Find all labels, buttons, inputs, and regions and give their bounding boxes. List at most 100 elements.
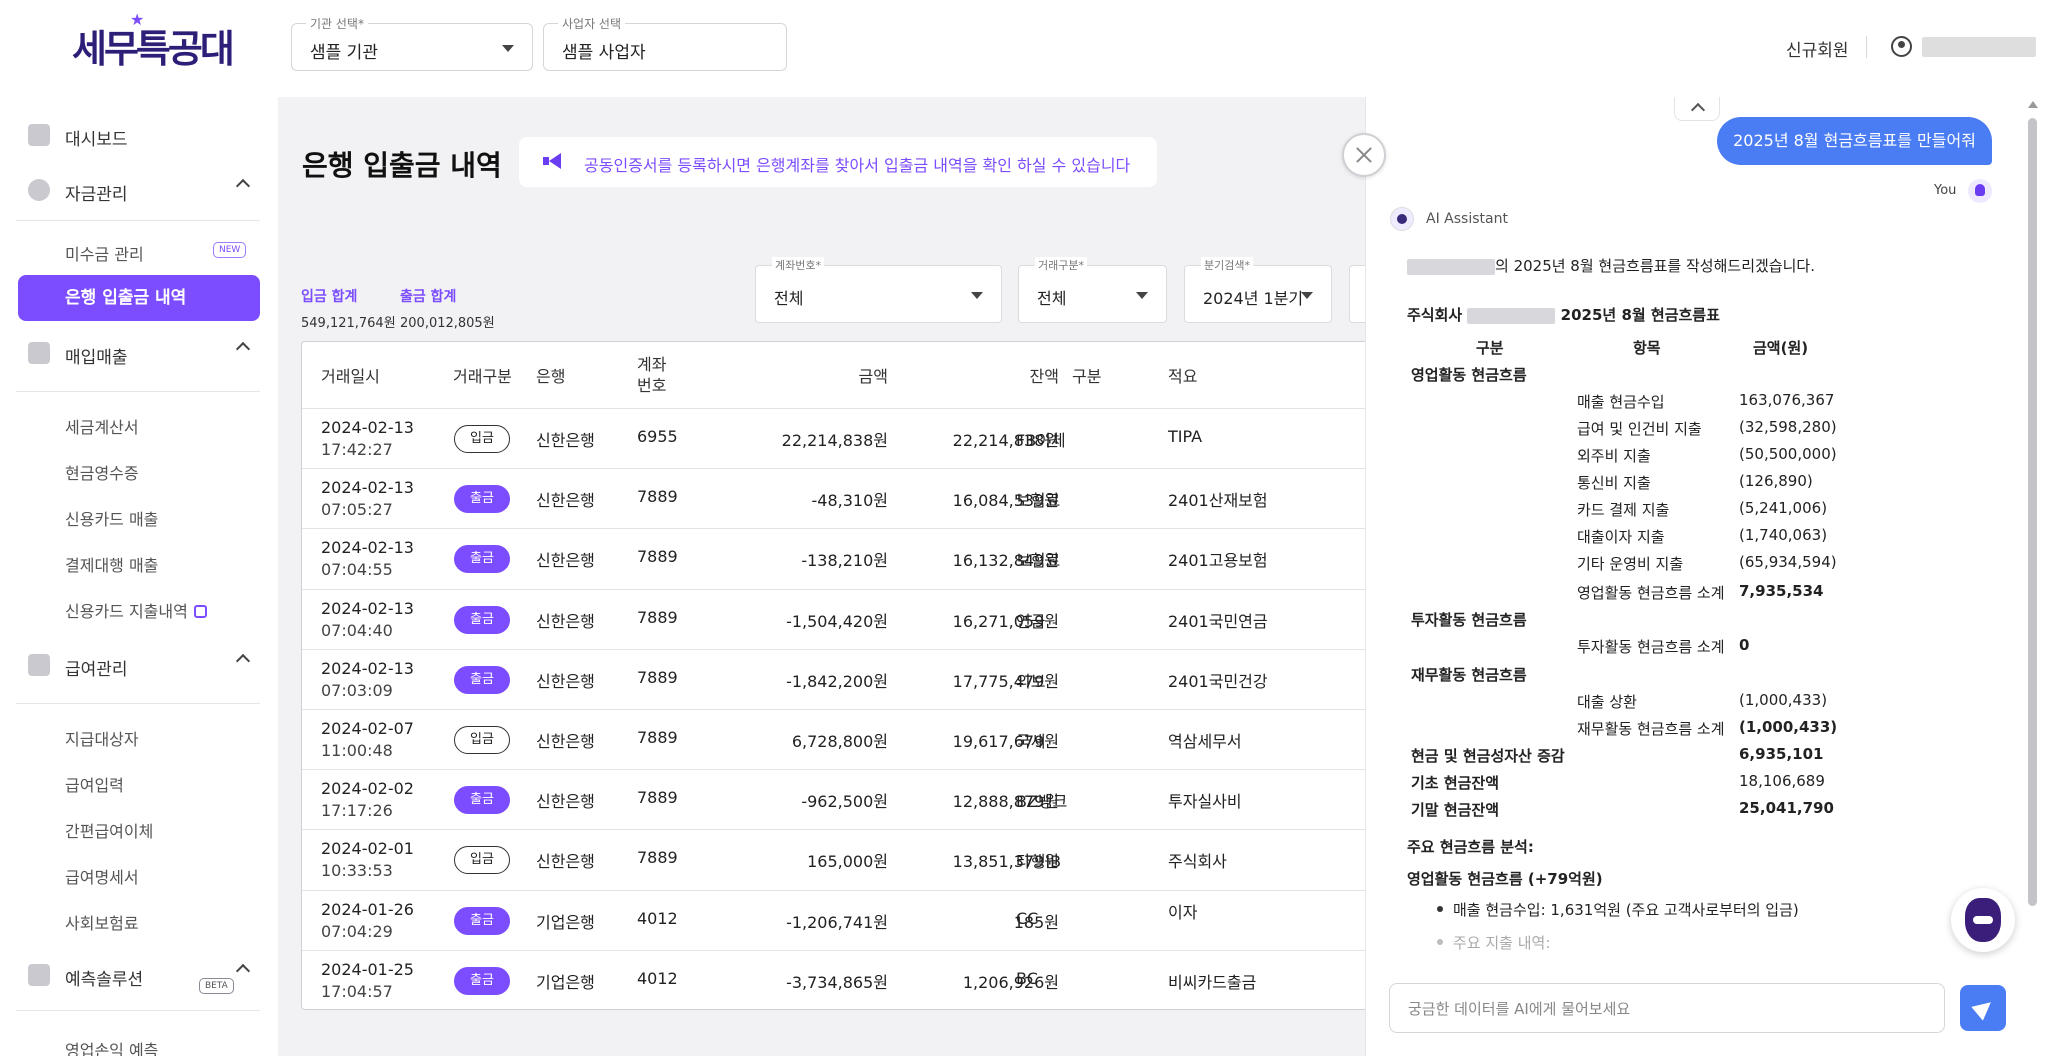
sidebar-label: 자금관리 — [65, 185, 128, 205]
table-row[interactable]: 2024-02-13 07:04:55 출금 신한은행 7889 -138,210원 16,… — [302, 528, 1365, 588]
table-row[interactable]: 2024-02-01 10:33:53 입금 신한은행 7889 165,000원 13,8… — [302, 829, 1365, 889]
sidebar-item-payslip[interactable]: 급여명세서 — [65, 864, 139, 888]
opening-balance-label: 기초 현금잔액 — [1411, 774, 1500, 792]
cell-datetime: 2024-02-13 07:03:09 — [321, 658, 414, 702]
cell-memo: 역삼세무서 — [1168, 732, 1242, 751]
sidebar-item-easy-transfer[interactable]: 간편급여이체 — [65, 818, 153, 842]
cell-datetime: 2024-01-25 17:04:57 — [321, 959, 414, 1003]
chat-input-box[interactable] — [1389, 983, 1945, 1033]
mascot-avatar[interactable] — [1951, 888, 2015, 952]
sidebar-label: 대시보드 — [65, 130, 128, 150]
type-filter[interactable]: 거래구분* 전체 — [1018, 257, 1167, 323]
sidebar-item-profit-forecast[interactable]: 영업손익 예측 — [65, 1037, 158, 1056]
cell-memo: TIPA — [1168, 427, 1203, 446]
operating-item-value: (126,890) — [1739, 472, 1813, 490]
table-row[interactable]: 2024-01-26 07:04:29 출금 기업은행 4012 -1,206,741원 1… — [302, 889, 1365, 950]
chevron-down-icon — [1301, 292, 1313, 299]
cell-time: 07:04:55 — [321, 560, 393, 580]
sidebar-item-card-expense[interactable]: 신용카드 지출내역 — [65, 598, 207, 622]
filter-value: 전체 — [1037, 289, 1067, 308]
table-row[interactable]: 2024-02-13 07:05:27 출금 신한은행 7889 -48,310원 16,0… — [302, 468, 1365, 528]
sidebar-group-sales[interactable]: 매입매출 — [0, 330, 278, 376]
cell-bank: 기업은행 — [536, 912, 595, 932]
chevron-down-icon — [1136, 292, 1148, 299]
close-icon[interactable] — [1342, 133, 1386, 177]
user-message: 2025년 8월 현금흐름표를 만들어줘 — [1717, 117, 1992, 165]
chevron-up-icon — [235, 178, 251, 194]
transactions-table: 거래일시 거래구분 은행 계좌 번호 금액 잔액 구분 적요 2024-02-1… — [301, 341, 1365, 1010]
operating-subtotal-label: 영업활동 현금흐름 소계 — [1577, 584, 1725, 602]
filter-cutoff — [1349, 265, 1365, 323]
sidebar-group-forecast[interactable]: 예측솔루션 — [0, 952, 278, 998]
table-row[interactable]: 2024-02-02 17:17:26 출금 신한은행 7889 -962,500원 12,… — [302, 769, 1365, 829]
cell-memo: 2401국민연금 — [1168, 611, 1268, 631]
user-label: You — [1934, 183, 1957, 198]
cell-date: 2024-02-01 — [321, 839, 414, 859]
cell-bank: 신한은행 — [536, 611, 595, 631]
table-row[interactable]: 2024-02-13 17:42:27 입금 신한은행 6955 22,214,838원 2… — [302, 408, 1365, 468]
sidebar-item-dashboard[interactable]: 대시보드 — [0, 112, 278, 158]
chart-icon — [28, 342, 50, 364]
table-row[interactable]: 2024-02-13 07:04:40 출금 신한은행 7889 -1,504,420원 1… — [302, 588, 1365, 649]
operating-item-name: 매출 현금수입 — [1577, 393, 1665, 411]
sidebar-item-payees[interactable]: 지급대상자 — [65, 726, 139, 750]
sidebar-item-receivables[interactable]: 미수금 관리 — [65, 241, 144, 265]
piggy-bank-icon — [28, 179, 50, 201]
sidebar-item-pg-sales[interactable]: 결제대행 매출 — [65, 552, 158, 576]
account-filter[interactable]: 계좌번호* 전체 — [755, 257, 1002, 323]
sidebar-item-bank-transactions[interactable]: 은행 입출금 내역 — [18, 275, 260, 321]
cell-date: 2024-02-13 — [321, 658, 414, 678]
app-logo[interactable]: 세무특공대 ★ — [72, 10, 235, 73]
filter-value: 2024년 1분기 — [1203, 289, 1304, 308]
table-row[interactable]: 2024-02-13 07:03:09 출금 신한은행 7889 -1,842,200원 1… — [302, 648, 1365, 709]
bullet — [1437, 906, 1443, 912]
deposit-badge: 입금 — [454, 726, 510, 754]
user-icon[interactable] — [1891, 36, 1912, 57]
cell-account: 7889 — [637, 667, 678, 687]
send-icon[interactable] — [1960, 985, 2006, 1031]
cell-date: 2024-02-07 — [321, 719, 414, 738]
sidebar-item-card-sales[interactable]: 신용카드 매출 — [65, 506, 158, 530]
filter-label: 분기검색* — [1201, 257, 1253, 273]
sidebar-item-social-insurance[interactable]: 사회보험료 — [65, 910, 139, 934]
cell-category: BC — [1016, 968, 1038, 988]
sidebar-item-cash-receipt[interactable]: 현금영수증 — [65, 460, 139, 484]
org-select[interactable]: 기관 선택* 샘플 기관 — [291, 15, 533, 71]
investing-subtotal-value: 0 — [1739, 636, 1750, 654]
biz-select[interactable]: 사업자 선택 샘플 사업자 — [543, 15, 787, 71]
new-badge: NEW — [213, 242, 247, 258]
cell-datetime: 2024-02-13 07:05:27 — [321, 477, 414, 521]
sidebar-label: 예측솔루션 — [65, 970, 144, 990]
user-avatar-icon — [1968, 179, 1992, 203]
biz-select-label: 사업자 선택 — [558, 15, 626, 32]
cell-memo: 이자 — [1168, 902, 1198, 922]
sidebar-item-payroll-input[interactable]: 급여입력 — [65, 772, 124, 796]
withdraw-badge: 출금 — [454, 966, 510, 995]
cell-category: 국세 — [1016, 732, 1046, 751]
cell-memo: 2401고용보험 — [1168, 551, 1268, 571]
cell-bank: 신한은행 — [536, 671, 595, 691]
chevron-up-icon — [235, 341, 251, 357]
cell-category: CC — [1016, 908, 1039, 928]
quarter-filter[interactable]: 분기검색* 2024년 1분기 — [1184, 257, 1332, 323]
scroll-up-icon[interactable] — [2028, 101, 2038, 108]
cell-account: 7889 — [637, 788, 678, 808]
chat-scrollbar[interactable] — [2028, 118, 2037, 906]
cell-amount: -1,842,200원 — [786, 671, 888, 691]
filter-label: 계좌번호* — [772, 257, 824, 273]
table-row[interactable]: 2024-02-07 11:00:48 입금 신한은행 7889 6,728,800원 19… — [302, 709, 1365, 769]
sidebar-group-fund[interactable]: 자금관리 — [0, 167, 278, 213]
new-member-link[interactable]: 신규회원 — [1786, 36, 1849, 61]
sidebar-item-tax-invoice[interactable]: 세금계산서 — [65, 414, 139, 438]
table-row[interactable]: 2024-01-25 17:04:57 출금 기업은행 4012 -3,734,865원 1… — [302, 949, 1365, 1009]
redacted-company — [1407, 258, 1495, 275]
deposit-badge: 입금 — [454, 846, 510, 875]
divider — [16, 703, 260, 704]
cell-datetime: 2024-02-01 10:33:53 — [321, 838, 414, 882]
filter-value: 전체 — [774, 289, 804, 308]
cell-time: 07:04:29 — [321, 921, 393, 941]
sidebar-group-payroll[interactable]: 급여관리 — [0, 642, 278, 688]
chat-input[interactable] — [1408, 997, 1908, 1021]
collapse-chevron-icon[interactable] — [1674, 97, 1720, 121]
cell-memo: 2401국민건강 — [1168, 671, 1268, 691]
